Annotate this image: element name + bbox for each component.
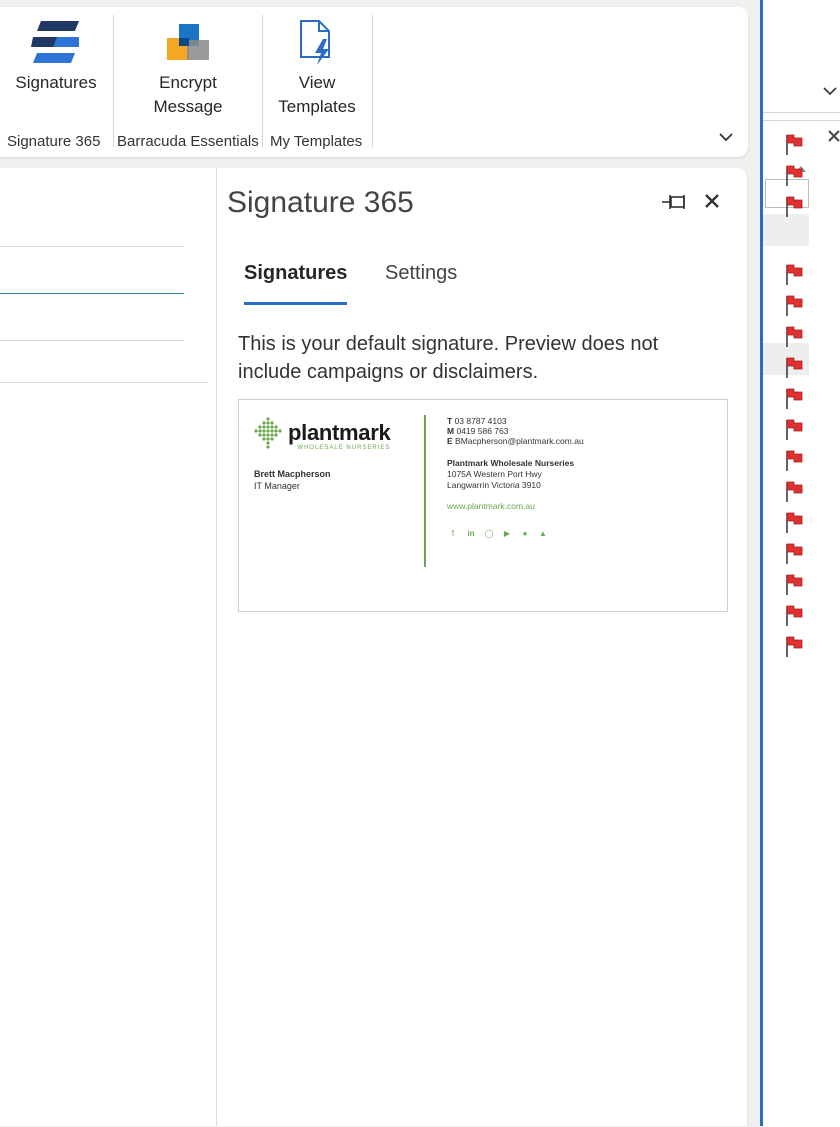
flag-icon[interactable] <box>785 542 805 564</box>
tab-settings[interactable]: Settings <box>385 262 457 285</box>
divider <box>0 382 208 383</box>
address-line2: Langwarrin Victoria 3910 <box>447 480 541 490</box>
youtube-icon[interactable]: ▶ <box>501 528 513 540</box>
compose-area <box>0 168 216 1126</box>
phone-line: T 03 8787 4103 <box>447 416 507 427</box>
signature-divider <box>424 415 426 567</box>
divider <box>0 246 184 247</box>
flag-icon[interactable] <box>785 195 805 217</box>
flag-icon[interactable] <box>785 573 805 595</box>
group-label-barracuda: Barracuda Essentials <box>117 133 259 150</box>
brand-logo: plantmark WHOLESALE NURSERIES <box>254 416 391 451</box>
encrypt-label-line1: Encrypt <box>159 73 217 92</box>
instagram-icon[interactable]: ◯ <box>483 528 495 540</box>
encrypt-message-icon <box>130 17 246 69</box>
message-list <box>763 120 840 1127</box>
android-icon[interactable]: ▲ <box>537 528 549 540</box>
active-field-underline[interactable] <box>0 293 184 294</box>
flag-icon[interactable] <box>785 164 805 186</box>
flag-icon[interactable] <box>785 133 805 155</box>
email-line: E BMacpherson@plantmark.com.au <box>447 436 584 447</box>
phone: 03 8787 4103 <box>454 416 507 426</box>
close-icon[interactable] <box>827 129 840 148</box>
signature365-logo-icon <box>8 17 104 69</box>
flag-icon[interactable] <box>785 480 805 502</box>
signatures-button-label: Signatures <box>15 73 97 92</box>
brand-name: plantmark <box>288 420 391 445</box>
company-name: Plantmark Wholesale Nurseries <box>447 458 575 468</box>
group-label-signature365: Signature 365 <box>7 133 101 150</box>
flag-icon[interactable] <box>785 263 805 285</box>
encrypt-label-line2: Message <box>153 97 223 116</box>
ribbon-separator <box>372 15 373 147</box>
view-label-line2: Templates <box>278 97 356 116</box>
flag-icon[interactable] <box>785 294 805 316</box>
signature365-pane: Signature 365 Signatures Settings This i… <box>216 168 747 1126</box>
view-templates-button[interactable]: View Templates <box>272 17 362 119</box>
top-strip <box>763 0 840 113</box>
brand-subtitle: WHOLESALE NURSERIES <box>297 445 391 451</box>
signature-preview: plantmark WHOLESALE NURSERIES Brett Macp… <box>238 399 728 612</box>
chevron-down-icon[interactable] <box>821 82 839 105</box>
mobile: 0419 586 763 <box>456 426 509 436</box>
signatures-button[interactable]: Signatures <box>8 17 104 95</box>
chevron-down-icon[interactable] <box>716 127 736 147</box>
flag-icon[interactable] <box>785 635 805 657</box>
preview-description: This is your default signature. Preview … <box>238 333 659 383</box>
divider <box>0 340 184 341</box>
tab-signatures[interactable]: Signatures <box>244 262 347 285</box>
flag-icon[interactable] <box>785 418 805 440</box>
close-icon[interactable] <box>701 190 723 212</box>
signer-title: IT Manager <box>254 481 300 491</box>
tree-logo-icon <box>254 417 282 449</box>
ribbon-separator <box>113 15 114 147</box>
flag-icon[interactable] <box>785 387 805 409</box>
address-line1: 1075A Western Port Hwy <box>447 469 542 479</box>
facebook-icon[interactable]: f <box>447 528 459 540</box>
phone-label: T <box>447 416 453 426</box>
pane-title: Signature 365 <box>227 186 414 219</box>
flag-icon[interactable] <box>785 604 805 626</box>
website-link[interactable]: www.plantmark.com.au <box>447 501 535 512</box>
active-tab-indicator <box>244 302 347 305</box>
view-label-line1: View <box>298 73 336 92</box>
linkedin-icon[interactable]: in <box>465 528 477 540</box>
flag-icon[interactable] <box>785 356 805 378</box>
flag-icon[interactable] <box>785 449 805 471</box>
encrypt-message-button[interactable]: Encrypt Message <box>130 17 246 119</box>
signer-name: Brett Macpherson <box>254 469 331 479</box>
mobile-label: M <box>447 426 455 436</box>
email: BMacpherson@plantmark.com.au <box>455 436 584 446</box>
template-lightning-icon <box>272 17 362 69</box>
social-icons: f in ◯ ▶ ● ▲ <box>447 528 549 540</box>
group-label-templates: My Templates <box>270 133 363 150</box>
list-header-band <box>763 214 809 246</box>
flag-icon[interactable] <box>785 511 805 533</box>
email-label: E <box>447 436 453 446</box>
flag-icon[interactable] <box>785 325 805 347</box>
pin-icon[interactable] <box>661 192 689 212</box>
message-list-edge <box>760 0 840 1127</box>
ribbon-separator <box>262 15 263 147</box>
ribbon: Signatures Encrypt Message View Template… <box>0 7 748 157</box>
mobile-line: M 0419 586 763 <box>447 426 508 437</box>
apple-icon[interactable]: ● <box>519 528 531 540</box>
